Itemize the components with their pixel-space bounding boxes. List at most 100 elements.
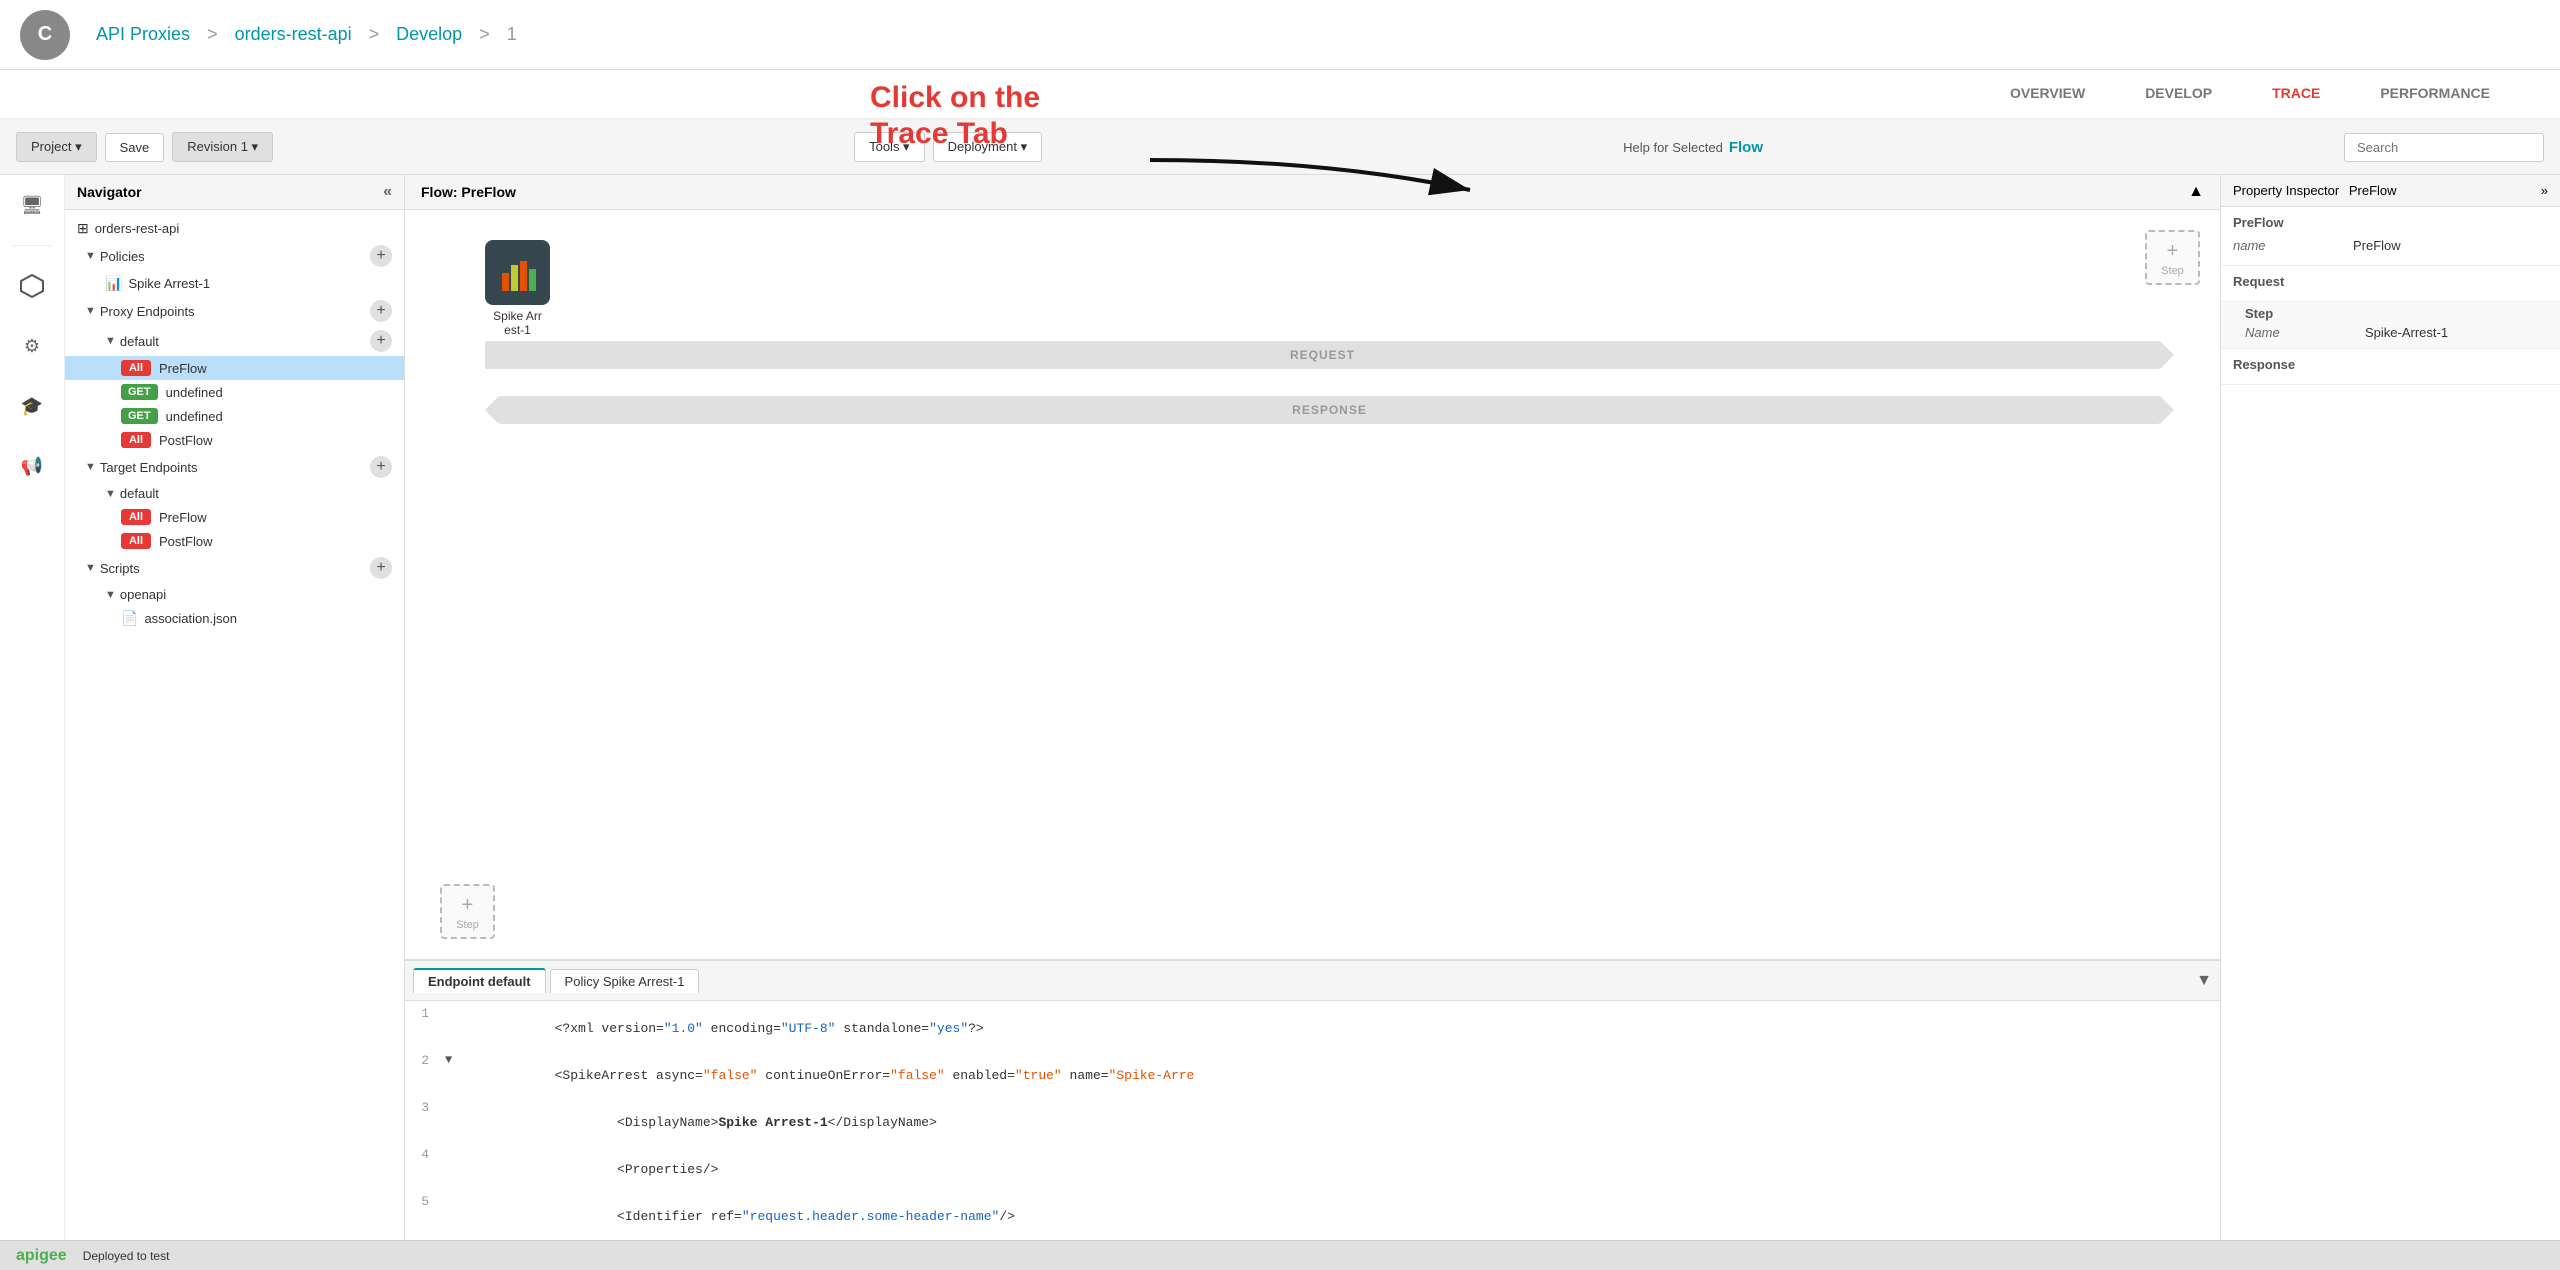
tree-section-scripts[interactable]: ▼ Scripts + [65, 553, 404, 583]
property-panel-expand[interactable]: » [2541, 183, 2548, 198]
breadcrumb-sep1: > [207, 24, 223, 44]
expand-icon: ▼ [85, 461, 96, 473]
response-section: Response [2221, 349, 2560, 385]
tree-root-label: orders-rest-api [95, 221, 180, 236]
request-section-title: Request [2233, 274, 2548, 289]
tab-policy-spike-arrest[interactable]: Policy Spike Arrest-1 [550, 969, 700, 993]
revision-button[interactable]: Revision 1 ▾ [172, 132, 273, 162]
settings-icon[interactable]: ⚙ [12, 326, 52, 366]
tree-item-target-preflow[interactable]: All PreFlow [65, 505, 404, 529]
tree-section-proxy-endpoints[interactable]: ▼ Proxy Endpoints + [65, 296, 404, 326]
navigator-title: Navigator [77, 184, 142, 200]
navigator-collapse-button[interactable]: « [383, 183, 392, 201]
sidebar-icons: 🖥 ⚙ 🎓 📢 [0, 175, 65, 1240]
step-name-value: Spike-Arrest-1 [2365, 325, 2448, 340]
code-panel-expand[interactable]: ▼ [2196, 972, 2212, 990]
tab-develop[interactable]: DEVELOP [2115, 69, 2242, 119]
response-section-title: Response [2233, 357, 2548, 372]
line-num-2: 2 [405, 1053, 445, 1068]
tree-item-preflow[interactable]: All PreFlow [65, 356, 404, 380]
tree-item-get-undefined-1[interactable]: GET undefined [65, 380, 404, 404]
tree-section-policies[interactable]: ▼ Policies + [65, 241, 404, 271]
expand-icon: ▼ [85, 305, 96, 317]
code-line-1: 1 <?xml version="1.0" encoding="UTF-8" s… [405, 1005, 2220, 1052]
default-label: default [120, 334, 159, 349]
property-inspector-panel: Property Inspector PreFlow » PreFlow nam… [2220, 175, 2560, 1240]
step-label: Step [2245, 306, 2548, 321]
spike-arrest-label: Spike Arrest-1 [128, 276, 210, 291]
add-default-button[interactable]: + [370, 330, 392, 352]
tree-subsection-default[interactable]: ▼ default + [65, 326, 404, 356]
project-button[interactable]: Project ▾ [16, 132, 97, 162]
flow-link[interactable]: Flow [1729, 139, 1763, 156]
grid-icon: ⊞ [77, 220, 89, 237]
code-line-3: 3 <DisplayName>Spike Arrest-1</DisplayNa… [405, 1099, 2220, 1146]
add-policy-button[interactable]: + [370, 245, 392, 267]
tab-overview[interactable]: OVERVIEW [1980, 69, 2115, 119]
help-section: Help for Selected Flow [1623, 139, 1763, 156]
tree-subsection-openapi[interactable]: ▼ openapi [65, 583, 404, 606]
status-text: Deployed to test [83, 1249, 170, 1263]
deployment-button[interactable]: Deployment ▾ [933, 132, 1043, 162]
code-panel: Endpoint default Policy Spike Arrest-1 ▼… [405, 960, 2220, 1240]
center-panel: Flow: PreFlow ▲ Spike Arrest-1 [405, 175, 2220, 1240]
tab-endpoint-default[interactable]: Endpoint default [413, 968, 546, 993]
association-json-label: association.json [144, 611, 237, 626]
tab-trace[interactable]: TRACE [2242, 69, 2350, 119]
expand-icon: ▼ [85, 562, 96, 574]
breadcrumb-number: 1 [507, 24, 517, 44]
preflow-section-title: PreFlow [2233, 215, 2548, 230]
expand-icon: ▼ [105, 589, 116, 601]
flow-collapse-button[interactable]: ▲ [2188, 183, 2204, 201]
target-postflow-label: PostFlow [159, 534, 212, 549]
scripts-label: Scripts [100, 561, 140, 576]
tree-item-spike-arrest[interactable]: 📊 Spike Arrest-1 [65, 271, 404, 296]
step-button-bottom[interactable]: + Step [440, 884, 495, 939]
toolbar: Project ▾ Save Revision 1 ▾ Tools ▾ Depl… [0, 120, 2560, 175]
tree-section-target-endpoints[interactable]: ▼ Target Endpoints + [65, 452, 404, 482]
tab-performance[interactable]: PERFORMANCE [2350, 69, 2520, 119]
flow-title: Flow: PreFlow [421, 184, 516, 200]
navigator-panel: Navigator « ⊞ orders-rest-api ▼ Policies… [65, 175, 405, 1240]
get-badge: GET [121, 408, 158, 424]
step-button-top[interactable]: + Step [2145, 230, 2200, 285]
add-target-endpoint-button[interactable]: + [370, 456, 392, 478]
search-input[interactable] [2344, 133, 2544, 162]
app-logo: C [20, 10, 70, 60]
breadcrumb-proxy-name[interactable]: orders-rest-api [235, 24, 352, 44]
tree-item-get-undefined-2[interactable]: GET undefined [65, 404, 404, 428]
bar-chart-icon: 📊 [105, 275, 122, 292]
request-section: Request [2221, 266, 2560, 302]
monitor-icon[interactable]: 🖥 [12, 185, 52, 225]
add-proxy-endpoint-button[interactable]: + [370, 300, 392, 322]
nav-tabs: OVERVIEW DEVELOP TRACE PERFORMANCE [0, 70, 2560, 120]
code-text-1: <?xml version="1.0" encoding="UTF-8" sta… [461, 1006, 984, 1051]
breadcrumb-develop[interactable]: Develop [396, 24, 462, 44]
response-label: RESPONSE [1292, 403, 1367, 417]
announce-icon[interactable]: 📢 [12, 446, 52, 486]
undefined-label-2: undefined [166, 409, 223, 424]
flow-canvas: Spike Arrest-1 + Step REQUEST [405, 210, 2220, 960]
expand-icon: ▼ [105, 488, 116, 500]
save-button[interactable]: Save [105, 133, 165, 162]
tree-item-root[interactable]: ⊞ orders-rest-api [65, 216, 404, 241]
top-bar: C API Proxies > orders-rest-api > Develo… [0, 0, 2560, 70]
tree-subsection-target-default[interactable]: ▼ default [65, 482, 404, 505]
tree-item-association-json[interactable]: 📄 association.json [65, 606, 404, 631]
response-flow-row: RESPONSE [405, 375, 2220, 445]
expand-icon: ▼ [105, 335, 116, 347]
all-badge: All [121, 509, 151, 525]
code-text-3: <DisplayName>Spike Arrest-1</DisplayName… [461, 1100, 937, 1145]
tree-item-target-postflow[interactable]: All PostFlow [65, 529, 404, 553]
breadcrumb-api-proxies[interactable]: API Proxies [96, 24, 190, 44]
breadcrumb: API Proxies > orders-rest-api > Develop … [90, 24, 523, 45]
target-preflow-label: PreFlow [159, 510, 207, 525]
api-proxy-icon[interactable] [12, 266, 52, 306]
property-inspector-header: Property Inspector PreFlow » [2221, 175, 2560, 207]
code-line-2: 2 ▼ <SpikeArrest async="false" continueO… [405, 1052, 2220, 1099]
tools-button[interactable]: Tools ▾ [854, 132, 925, 162]
add-script-button[interactable]: + [370, 557, 392, 579]
education-icon[interactable]: 🎓 [12, 386, 52, 426]
help-label: Help for Selected [1623, 140, 1723, 155]
tree-item-postflow[interactable]: All PostFlow [65, 428, 404, 452]
